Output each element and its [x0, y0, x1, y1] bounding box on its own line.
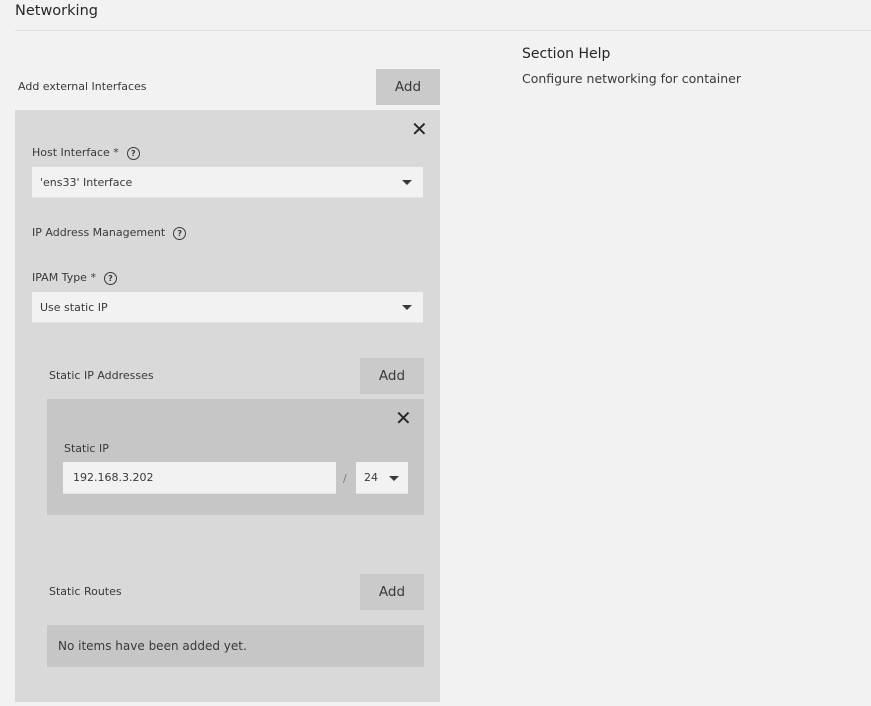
- help-icon[interactable]: ?: [103, 271, 117, 285]
- ipam-type-value: Use static IP: [40, 300, 108, 314]
- header-divider: [15, 30, 871, 31]
- empty-message: No items have been added yet.: [58, 639, 247, 653]
- prefix-select[interactable]: 24: [356, 462, 408, 494]
- section-help-text: Configure networking for container: [522, 71, 742, 86]
- chevron-down-icon: [389, 475, 399, 481]
- ipam-label-text: IP Address Management: [32, 226, 166, 239]
- add-static-ip-button[interactable]: Add: [360, 358, 424, 394]
- static-ips-label: Static IP Addresses: [49, 369, 154, 382]
- ipam-label: IP Address Management?: [32, 226, 187, 240]
- prefix-value: 24: [364, 471, 378, 484]
- ipam-type-label: IPAM Type *?: [32, 271, 117, 285]
- chevron-down-icon: [402, 305, 412, 310]
- ipam-type-select[interactable]: Use static IP: [32, 292, 423, 323]
- add-interfaces-label: Add external Interfaces: [18, 80, 147, 93]
- static-ip-label: Static IP: [64, 442, 109, 455]
- section-help-title: Section Help: [522, 46, 611, 62]
- add-interface-button[interactable]: Add: [376, 69, 440, 105]
- prefix-separator: /: [343, 472, 347, 485]
- add-static-route-button[interactable]: Add: [360, 574, 424, 610]
- host-interface-label: Host Interface *?: [32, 146, 140, 160]
- host-interface-label-text: Host Interface *: [32, 146, 119, 159]
- static-routes-empty: No items have been added yet.: [47, 625, 424, 667]
- host-interface-value: 'ens33' Interface: [40, 175, 133, 189]
- help-icon[interactable]: ?: [173, 226, 187, 240]
- host-interface-select[interactable]: 'ens33' Interface: [32, 167, 423, 198]
- static-routes-label: Static Routes: [49, 585, 122, 598]
- help-icon[interactable]: ?: [126, 146, 140, 160]
- chevron-down-icon: [402, 180, 412, 185]
- close-icon[interactable]: ✕: [395, 408, 412, 428]
- static-ip-item: [47, 399, 424, 515]
- static-ip-input[interactable]: 192.168.3.202: [63, 462, 336, 494]
- page-title: Networking: [15, 3, 98, 19]
- ipam-type-label-text: IPAM Type *: [32, 271, 96, 284]
- close-icon[interactable]: ✕: [411, 119, 428, 139]
